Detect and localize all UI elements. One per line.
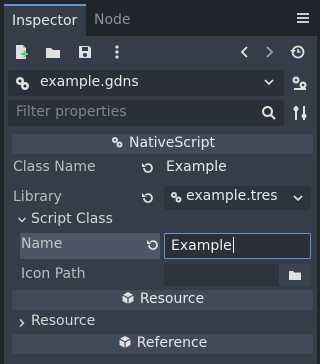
icon-path-label: Icon Path xyxy=(21,266,86,282)
tab-inspector[interactable]: Inspector xyxy=(4,4,86,36)
inspector-toolbar xyxy=(4,36,317,68)
nativescript-icon xyxy=(13,74,31,92)
back-icon[interactable] xyxy=(236,43,254,61)
section-reference: Reference xyxy=(12,334,313,354)
library-resource-picker[interactable]: example.tres xyxy=(164,186,311,210)
resource-name: example.gdns xyxy=(40,74,139,90)
tab-node[interactable]: Node xyxy=(86,4,146,36)
chevron-down-icon[interactable] xyxy=(17,214,27,224)
browse-folder-button[interactable] xyxy=(279,264,311,286)
open-folder-icon[interactable] xyxy=(44,43,62,61)
save-icon[interactable] xyxy=(76,43,94,61)
section-title: NativeScript xyxy=(129,135,215,151)
forward-icon[interactable] xyxy=(260,43,278,61)
dock-tab-bar: Inspector Node xyxy=(0,0,317,36)
section-title: Resource xyxy=(139,291,205,307)
icon-path-input[interactable] xyxy=(164,264,311,286)
inspector-panel: example.gdns Filter properties NativeScr… xyxy=(4,36,317,364)
filter-placeholder: Filter properties xyxy=(16,104,127,120)
search-icon xyxy=(260,104,278,122)
object-properties-icon[interactable] xyxy=(290,73,310,93)
tab-menu-icon[interactable] xyxy=(297,13,309,23)
library-value: example.tres xyxy=(186,188,278,204)
chevron-down-icon[interactable] xyxy=(262,75,276,89)
more-vert-icon[interactable] xyxy=(108,43,126,61)
new-resource-icon[interactable] xyxy=(12,43,30,61)
history-icon[interactable] xyxy=(289,43,307,61)
gdnative-library-icon xyxy=(169,190,183,204)
name-value: Example xyxy=(171,238,232,254)
tools-icon[interactable] xyxy=(290,103,310,123)
class-name-value[interactable]: Example xyxy=(166,159,227,175)
section-resource: Resource xyxy=(12,290,313,310)
folder-icon xyxy=(288,268,302,282)
chevron-down-icon[interactable] xyxy=(291,191,305,205)
resource-group[interactable]: Resource xyxy=(31,313,95,329)
revert-icon[interactable] xyxy=(145,237,161,253)
reference-cube-icon xyxy=(118,335,132,349)
name-label: Name xyxy=(21,236,63,252)
resource-cube-icon xyxy=(121,291,135,305)
filter-properties-input[interactable]: Filter properties xyxy=(8,100,284,126)
section-nativescript: NativeScript xyxy=(12,134,313,154)
class-name-label: Class Name xyxy=(13,159,96,175)
resource-selector[interactable]: example.gdns xyxy=(8,70,284,96)
library-label: Library xyxy=(13,189,62,205)
chevron-right-icon[interactable] xyxy=(17,317,27,328)
text-caret xyxy=(232,237,234,253)
revert-icon[interactable] xyxy=(140,160,156,176)
section-title: Reference xyxy=(136,335,208,351)
name-input[interactable]: Example xyxy=(164,233,311,259)
script-class-group[interactable]: Script Class xyxy=(31,211,113,227)
nativescript-icon xyxy=(110,135,124,149)
revert-icon[interactable] xyxy=(140,190,156,206)
